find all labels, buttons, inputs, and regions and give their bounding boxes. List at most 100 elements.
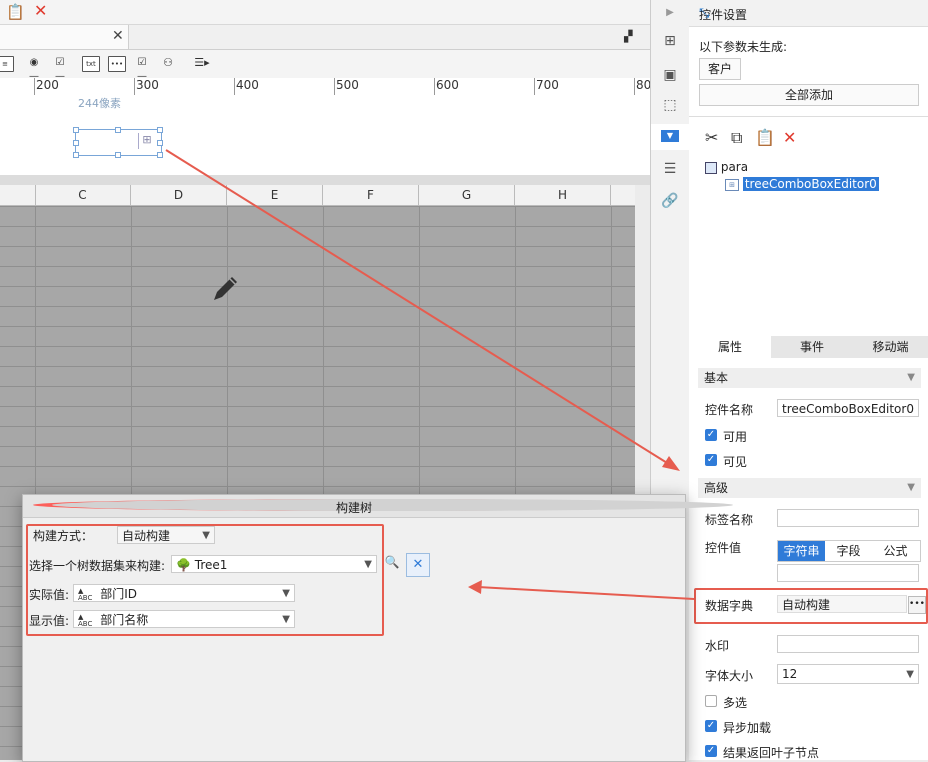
font-size-value: 12 [782,667,798,681]
display-value: 部门名称 [100,613,149,627]
more-button[interactable]: ••• [908,596,926,614]
chevron-down-icon: ▼ [906,669,914,680]
tool-icon[interactable]: ✕ [406,553,430,577]
ruler-tick: 80 [636,78,652,92]
checkbox-group-widget-icon[interactable]: ☑— [52,56,68,82]
section-title: 基本 [704,371,729,385]
multi-select-label: 多选 [723,696,748,710]
tree-node-para[interactable]: para [705,160,748,174]
value-type-string[interactable]: 字符串 [778,541,825,561]
password-widget-icon[interactable]: ••• [108,56,126,72]
async-load-checkbox[interactable]: ✓ [705,720,717,732]
field-abc-icon: ▲ ABC [78,586,93,602]
build-mode-value: 自动构建 [122,529,171,543]
build-mode-label: 构建方式： [33,529,94,543]
top-toolbar: 📋 ✕ [0,0,650,25]
widget-value-field[interactable] [777,564,919,582]
tree-widget-icon[interactable]: ⚇ [160,56,176,70]
panel-header: 控件设置 ⤡ [689,0,928,27]
leaf-only-label: 结果返回叶子节点 [723,746,820,760]
data-dict-label: 数据字典 [705,599,754,613]
column-f[interactable]: F [323,185,419,205]
checkbox-widget-icon[interactable]: ☑— [134,56,150,82]
add-all-button[interactable]: 全部添加 [699,84,919,106]
tree-node-label: para [720,160,749,174]
tree-combobox-widget[interactable]: ⊞ [73,127,163,158]
dropdown-icon: ▼ [661,130,679,142]
column-e[interactable]: E [227,185,323,205]
layout-icon[interactable]: ⊞ [661,32,679,50]
radio-group-widget-icon[interactable]: ◉— [26,56,42,82]
tab-attributes[interactable]: 属性 [689,336,771,358]
column-g[interactable]: G [419,185,515,205]
form-icon [705,161,717,174]
tree-node-combobox[interactable]: ⊞ treeComboBoxEditor0 [725,177,879,191]
leaf-only-checkbox[interactable]: ✓ [705,745,717,757]
paste-icon[interactable]: 📋 [6,3,25,21]
build-mode-select[interactable]: 自动构建 ▼ [117,526,215,544]
text-widget-icon[interactable]: txt [82,56,100,72]
paste-icon[interactable]: 📋 [755,128,775,147]
column-c[interactable]: C [35,185,131,205]
control-settings-tab[interactable]: ▼ [651,124,689,150]
ruler-tick: 300 [136,78,159,92]
dialog-titlebar: 构建树 [23,495,733,518]
display-value-label: 显示值: [29,614,70,628]
field-abc-icon: ▲ ABC [78,612,93,628]
watermark-label: 水印 [705,639,730,653]
widget-value-label: 控件值 [705,541,742,555]
close-icon[interactable]: ✕ [112,28,124,44]
enabled-checkbox[interactable]: ✓ [705,429,717,441]
tab-events[interactable]: 事件 [771,336,853,358]
editor-tab[interactable]: ✕ [0,25,129,49]
widget-icon[interactable]: ▣ [661,66,679,84]
visible-label: 可见 [723,455,748,469]
delete-icon[interactable]: ✕ [783,128,796,147]
ruler-tick: 700 [536,78,559,92]
link-icon[interactable]: 🔗 [661,192,679,210]
splitter[interactable] [0,175,650,185]
widget-name-field[interactable]: treeComboBoxEditor0 [777,399,919,417]
chevron-down-icon: ▼ [282,588,290,599]
expand-arrow-icon[interactable]: ▶ [661,4,679,22]
basic-section-header[interactable]: 基本 ▼ [698,368,921,388]
actual-value-select[interactable]: ▲ ABC 部门ID ▼ [73,584,295,602]
ruler-tick: 400 [236,78,259,92]
customer-param-button[interactable]: 客户 [699,58,741,80]
textarea-widget-icon[interactable]: ≡ [0,56,14,72]
display-value-select[interactable]: ▲ ABC 部门名称 ▼ [73,610,295,628]
frame-icon[interactable]: ⬚ [661,96,679,114]
preview-icon[interactable]: 🔍 [383,555,401,573]
tab-mobile[interactable]: 移动端 [853,336,928,358]
column-d[interactable]: D [131,185,227,205]
dataset-select[interactable]: 🌳 Tree1 ▼ [171,555,377,573]
cut-icon[interactable]: ✂ [705,128,718,147]
delete-icon[interactable]: ✕ [34,1,47,20]
more-widgets-icon[interactable]: ☰▸ [194,56,210,70]
control-settings-panel: 控件设置 ⤡ 以下参数未生成: 客户 全部添加 ✂ ⧉ 📋 ✕ para ⊞ t… [689,0,928,760]
multi-select-checkbox[interactable] [705,695,717,707]
resize-icon[interactable]: ⤡ [699,6,709,21]
ruler-tick: 500 [336,78,359,92]
value-type-formula[interactable]: 公式 [872,541,919,561]
advanced-section-header[interactable]: 高级 ▼ [698,478,921,498]
list-icon[interactable]: ☰ [661,160,679,178]
watermark-field[interactable] [777,635,919,653]
unset-params-label: 以下参数未生成: [699,40,788,54]
tab-row: ✕ ▞ [0,25,650,50]
data-dict-field[interactable]: 自动构建 [777,595,907,613]
widget-name-label: 控件名称 [705,403,754,417]
tag-name-field[interactable] [777,509,919,527]
font-size-select[interactable]: 12 ▼ [777,664,919,684]
copy-icon[interactable]: ⧉ [731,128,742,148]
highlight-box: 数据字典 自动构建 ••• [694,588,928,624]
visible-checkbox[interactable]: ✓ [705,454,717,466]
ruler: 200 300 400 500 600 700 80 [0,78,652,96]
tree-combobox-icon: ⊞ [725,178,739,191]
actual-value-label: 实际值: [29,588,70,602]
tab-menu-icon[interactable]: ▞ [624,30,632,43]
value-type-field[interactable]: 字段 [825,541,872,561]
chevron-down-icon: ▼ [907,482,915,493]
column-h[interactable]: H [515,185,611,205]
chevron-down-icon: ▼ [907,372,915,383]
